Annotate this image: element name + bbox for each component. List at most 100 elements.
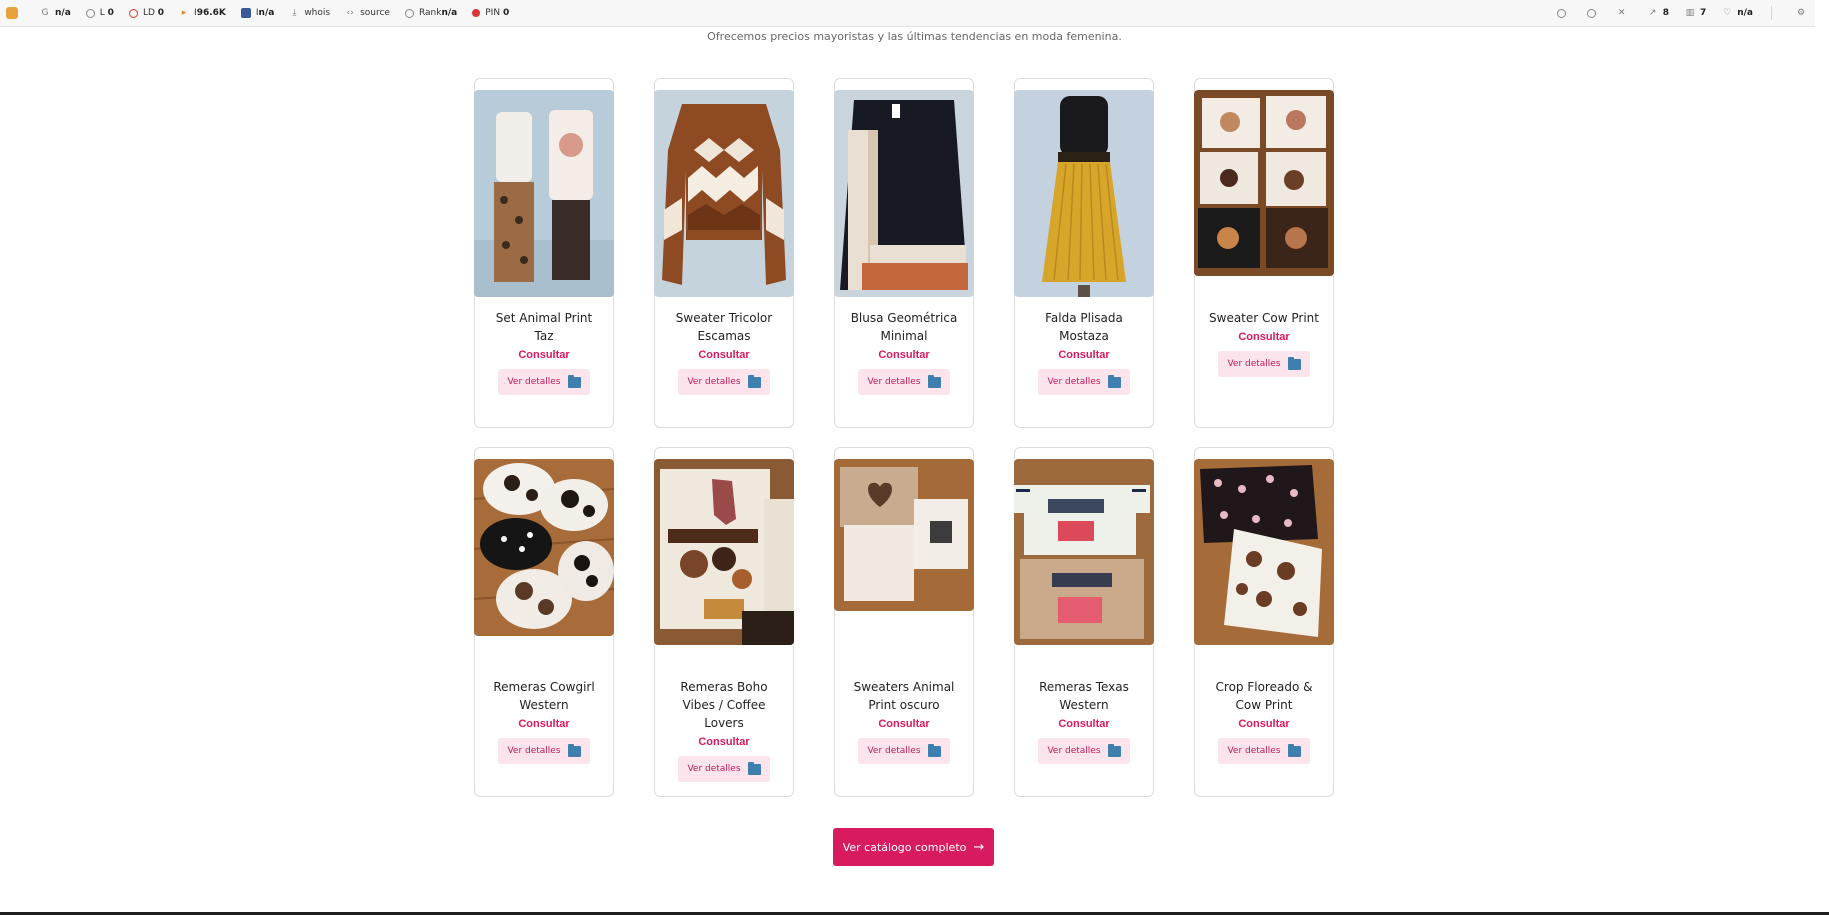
toolbar-external-links[interactable]: ↗ 8 (1648, 8, 1669, 18)
arrow-right-icon: → (973, 839, 985, 855)
product-image[interactable] (474, 459, 614, 666)
cross-icon: ✕ (1617, 8, 1626, 18)
product-image[interactable] (1014, 459, 1154, 666)
product-card[interactable]: Falda Plisada Mostaza Consultar Ver deta… (1014, 78, 1154, 428)
product-photo-set-animal-print (474, 90, 614, 297)
product-name[interactable]: Blusa Geométrica Minimal (845, 309, 963, 345)
view-details-button[interactable]: Ver detalles (498, 369, 590, 395)
view-full-catalog-label: Ver catálogo completo (842, 840, 967, 854)
product-name[interactable]: Sweaters Animal Print oscuro (845, 678, 963, 714)
product-name[interactable]: Set Animal Print Taz (485, 309, 603, 345)
product-photo-sweater-cow-print (1194, 90, 1334, 276)
product-card[interactable]: Sweater Tricolor Escamas Consultar Ver d… (654, 78, 794, 428)
product-price: Consultar (698, 349, 750, 361)
toolbar-whois[interactable]: ⤓ whois (289, 8, 330, 18)
view-details-button[interactable]: Ver detalles (1218, 351, 1310, 377)
folder-icon (927, 374, 941, 388)
folder-icon (747, 374, 761, 388)
product-image[interactable] (1014, 90, 1154, 297)
product-image[interactable] (654, 90, 794, 297)
product-photo-remeras-texas (1014, 459, 1154, 645)
folder-icon (1107, 743, 1121, 757)
product-name[interactable]: Sweater Tricolor Escamas (665, 309, 783, 345)
product-price: Consultar (878, 718, 930, 730)
product-image[interactable] (834, 459, 974, 666)
product-card[interactable]: Sweaters Animal Print oscuro Consultar V… (834, 447, 974, 797)
view-details-button[interactable]: Ver detalles (1038, 738, 1130, 764)
product-price: Consultar (698, 736, 750, 748)
view-details-button[interactable]: Ver detalles (1038, 369, 1130, 395)
product-card[interactable]: Crop Floreado & Cow Print Consultar Ver … (1194, 447, 1334, 797)
google-g-icon: G (41, 8, 49, 18)
view-details-button[interactable]: Ver detalles (1218, 738, 1310, 764)
view-details-button[interactable]: Ver detalles (858, 369, 950, 395)
product-image[interactable] (834, 90, 974, 297)
product-card[interactable]: Blusa Geométrica Minimal Consultar Ver d… (834, 78, 974, 428)
view-details-button[interactable]: Ver detalles (858, 738, 950, 764)
chart-icon: ▥ (1685, 8, 1695, 18)
product-name[interactable]: Remeras Cowgirl Western (485, 678, 603, 714)
product-price: Consultar (878, 349, 930, 361)
product-card[interactable]: Remeras Texas Western Consultar Ver deta… (1014, 447, 1154, 797)
folder-icon (747, 761, 761, 775)
section-tagline: Ofrecemos precios mayoristas y las últim… (707, 30, 1122, 43)
external-link-icon: ↗ (1648, 8, 1657, 18)
product-name[interactable]: Remeras Boho Vibes / Coffee Lovers (665, 678, 783, 732)
view-details-label: Ver detalles (867, 746, 921, 756)
circle-icon (85, 8, 95, 18)
toolbar-google-index[interactable]: G n/a (40, 8, 71, 18)
product-image[interactable] (1194, 90, 1334, 297)
toolbar-traffic[interactable]: ▸ I 96.6K (179, 8, 226, 18)
gear-icon: ⚙ (1796, 8, 1806, 18)
product-photo-falda-plisada (1014, 90, 1154, 297)
product-price: Consultar (1238, 331, 1290, 343)
eye-icon (1586, 8, 1596, 18)
toolbar-facebook[interactable]: I n/a (240, 8, 274, 18)
toolbar-info[interactable] (1556, 8, 1571, 18)
view-details-label: Ver detalles (687, 764, 741, 774)
download-icon: ⤓ (292, 8, 297, 18)
folder-icon (567, 743, 581, 757)
view-details-button[interactable]: Ver detalles (678, 369, 770, 395)
view-details-label: Ver detalles (687, 377, 741, 387)
toolbar-linking-domains[interactable]: LD 0 (128, 8, 164, 18)
toolbar-cross[interactable]: ✕ (1617, 8, 1632, 18)
code-icon: ‹› (346, 8, 354, 18)
toolbar-chart[interactable]: ▥ 7 (1685, 8, 1707, 18)
product-photo-remeras-cowgirl (474, 459, 614, 636)
product-name[interactable]: Sweater Cow Print (1205, 309, 1323, 327)
toolbar-rank[interactable]: Rank n/a (404, 8, 457, 18)
view-details-button[interactable]: Ver detalles (498, 738, 590, 764)
pinterest-icon (472, 9, 481, 17)
product-price: Consultar (1058, 718, 1110, 730)
product-name[interactable]: Crop Floreado & Cow Print (1205, 678, 1323, 714)
view-full-catalog-button[interactable]: Ver catálogo completo → (833, 828, 994, 866)
view-details-button[interactable]: Ver detalles (678, 756, 770, 782)
toolbar-pinterest[interactable]: PIN 0 (472, 8, 509, 18)
product-card[interactable]: Set Animal Print Taz Consultar Ver detal… (474, 78, 614, 428)
product-card[interactable]: Remeras Boho Vibes / Coffee Lovers Consu… (654, 447, 794, 797)
circle-icon (404, 8, 414, 18)
view-details-label: Ver detalles (1227, 359, 1281, 369)
product-card[interactable]: Sweater Cow Print Consultar Ver detalles (1194, 78, 1334, 428)
toolbar-view[interactable] (1586, 8, 1601, 18)
product-image[interactable] (1194, 459, 1334, 666)
toolbar-heart[interactable]: ♡ n/a (1722, 8, 1753, 18)
view-details-label: Ver detalles (507, 746, 561, 756)
product-image[interactable] (474, 90, 614, 297)
toolbar-links[interactable]: L 0 (85, 8, 114, 18)
product-name[interactable]: Falda Plisada Mostaza (1025, 309, 1143, 345)
toolbar-source[interactable]: ‹› source (345, 8, 390, 18)
folder-icon (1287, 356, 1301, 370)
toolbar-settings[interactable]: ⚙ (1796, 8, 1811, 18)
page-scrollbar[interactable] (1815, 0, 1829, 915)
product-price: Consultar (518, 718, 570, 730)
product-photo-sweater-tricolor (654, 90, 794, 297)
product-name[interactable]: Remeras Texas Western (1025, 678, 1143, 714)
extension-logo-icon[interactable] (6, 7, 18, 19)
product-image[interactable] (654, 459, 794, 666)
heart-icon: ♡ (1723, 8, 1732, 18)
toolbar-divider (1771, 6, 1772, 20)
product-card[interactable]: Remeras Cowgirl Western Consultar Ver de… (474, 447, 614, 797)
view-details-label: Ver detalles (1227, 746, 1281, 756)
